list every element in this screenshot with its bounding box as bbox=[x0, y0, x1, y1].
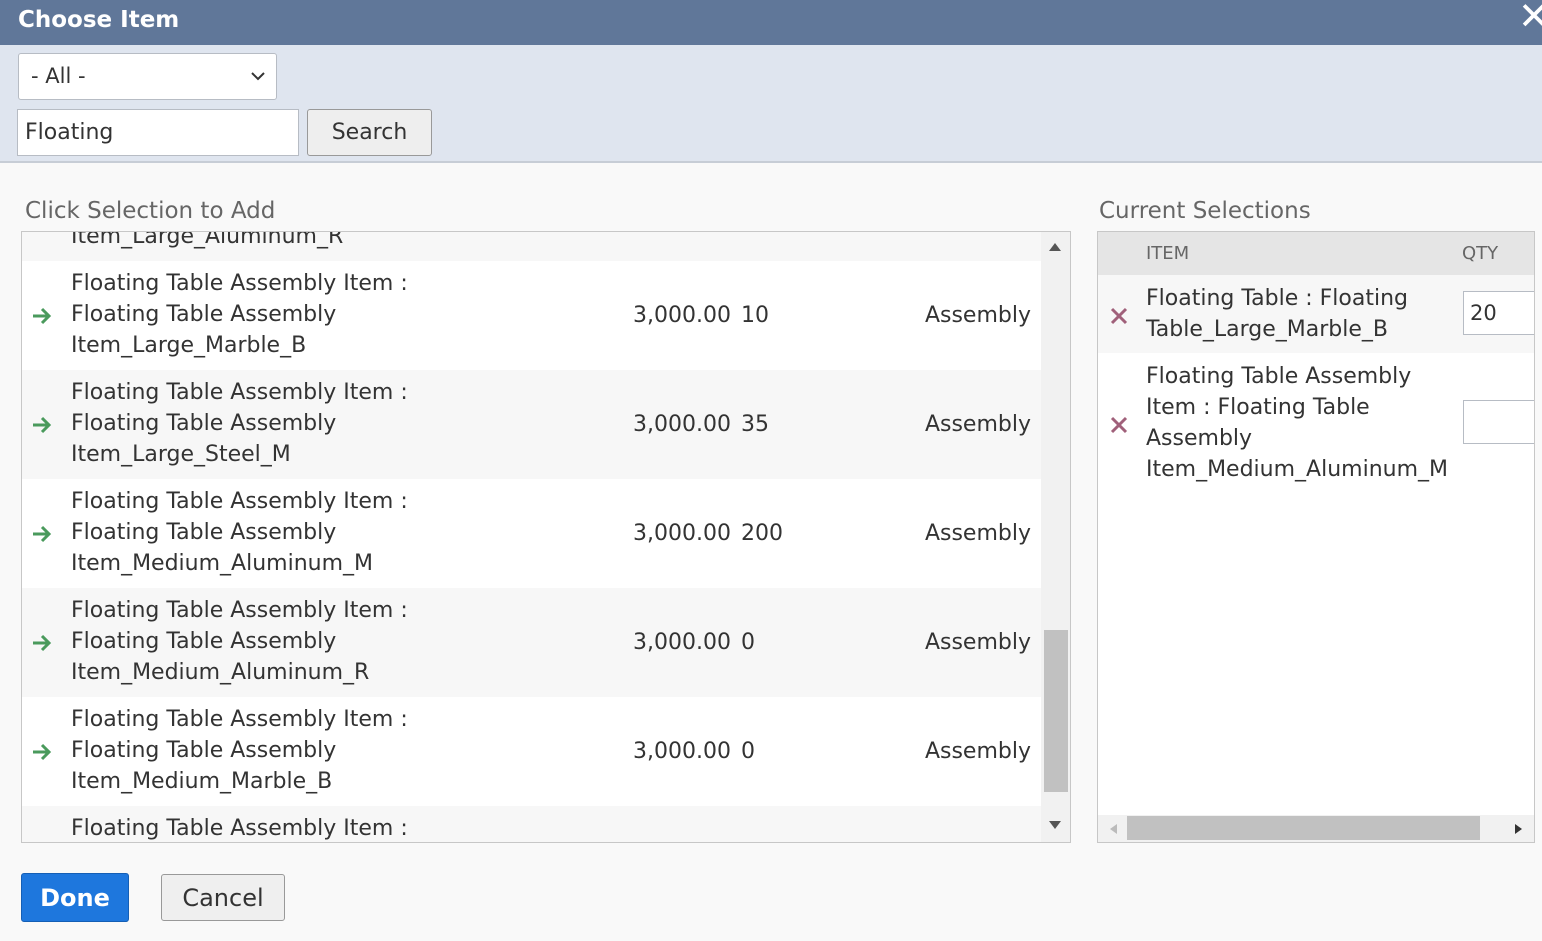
dialog-titlebar: Choose Item ✕ bbox=[0, 0, 1542, 45]
add-arrow-icon[interactable] bbox=[31, 524, 53, 544]
item-name: Floating Table Assembly Item : bbox=[71, 816, 408, 841]
item-type: Assembly bbox=[924, 521, 1031, 546]
search-button[interactable]: Search bbox=[307, 109, 432, 156]
scroll-up-icon[interactable] bbox=[1048, 242, 1062, 252]
item-name: Floating Table Assembly Item : Floating … bbox=[71, 707, 408, 794]
column-header-qty: QTY bbox=[1462, 243, 1499, 264]
item-price: 3,000.00 bbox=[633, 521, 731, 546]
item-type: Assembly bbox=[924, 412, 1031, 437]
item-available-qty: 0 bbox=[741, 739, 755, 764]
add-section-title: Click Selection to Add bbox=[25, 198, 276, 224]
add-arrow-icon[interactable] bbox=[31, 633, 53, 653]
item-type: Assembly bbox=[924, 630, 1031, 655]
selections-section-title: Current Selections bbox=[1099, 198, 1311, 224]
scroll-right-icon[interactable] bbox=[1514, 823, 1523, 835]
done-button[interactable]: Done bbox=[21, 873, 129, 922]
selection-row: Floating Table Assembly Item : Floating … bbox=[1098, 353, 1534, 493]
column-header-item: ITEM bbox=[1146, 243, 1190, 264]
quantity-input[interactable] bbox=[1463, 400, 1534, 444]
item-name: Floating Table Assembly Item : Floating … bbox=[71, 489, 408, 576]
selection-item-name: Floating Table : Floating Table_Large_Ma… bbox=[1146, 286, 1408, 342]
item-name: Floating Table Assembly Item : Floating … bbox=[71, 271, 408, 358]
add-arrow-icon[interactable] bbox=[31, 415, 53, 435]
cancel-button[interactable]: Cancel bbox=[161, 874, 285, 921]
search-input[interactable] bbox=[17, 109, 299, 156]
list-item[interactable]: Floating Table Assembly Item : Floating … bbox=[22, 479, 1041, 588]
list-item[interactable]: Floating Table Assembly Item : Floating … bbox=[22, 261, 1041, 370]
remove-icon[interactable] bbox=[1108, 414, 1130, 436]
item-available-qty: 200 bbox=[741, 521, 783, 546]
available-items-rows: Item_Large_Aluminum_R Floating Table Ass… bbox=[22, 231, 1041, 842]
type-filter-value: - All - bbox=[31, 64, 86, 88]
list-item[interactable]: Floating Table Assembly Item : Floating … bbox=[22, 588, 1041, 697]
item-type: Assembly bbox=[924, 739, 1031, 764]
selection-item-name: Floating Table Assembly Item : Floating … bbox=[1146, 364, 1448, 482]
selections-header: ITEM QTY bbox=[1098, 232, 1534, 275]
list-item[interactable]: Floating Table Assembly Item : Floating … bbox=[22, 697, 1041, 806]
list-item[interactable]: Floating Table Assembly Item : Floating … bbox=[22, 370, 1041, 479]
item-price: 3,000.00 bbox=[633, 739, 731, 764]
current-selections-table: ITEM QTY Floating Table : Floating Table… bbox=[1097, 231, 1535, 843]
item-available-qty: 35 bbox=[741, 412, 769, 437]
remove-icon[interactable] bbox=[1108, 305, 1130, 327]
item-available-qty: 10 bbox=[741, 303, 769, 328]
quantity-input[interactable] bbox=[1463, 291, 1534, 335]
add-arrow-icon[interactable] bbox=[31, 306, 53, 326]
type-filter-select[interactable]: - All - bbox=[18, 53, 277, 100]
available-items-list[interactable]: Item_Large_Aluminum_R Floating Table Ass… bbox=[21, 231, 1071, 843]
scrollbar-thumb[interactable] bbox=[1044, 630, 1068, 792]
scrollbar-thumb[interactable] bbox=[1127, 816, 1480, 840]
close-icon[interactable]: ✕ bbox=[1518, 0, 1542, 35]
item-type: Assembly bbox=[924, 303, 1031, 328]
item-price: 3,000.00 bbox=[633, 630, 731, 655]
add-arrow-icon[interactable] bbox=[31, 742, 53, 762]
chevron-down-icon bbox=[251, 72, 265, 81]
list-vertical-scrollbar[interactable] bbox=[1041, 232, 1070, 842]
selections-horizontal-scrollbar[interactable] bbox=[1098, 815, 1534, 842]
filter-bar: - All - Search bbox=[0, 45, 1542, 163]
item-price: 3,000.00 bbox=[633, 303, 731, 328]
item-name: Item_Large_Aluminum_R bbox=[71, 231, 344, 249]
item-name: Floating Table Assembly Item : Floating … bbox=[71, 598, 408, 685]
item-available-qty: 0 bbox=[741, 630, 755, 655]
selection-row: Floating Table : Floating Table_Large_Ma… bbox=[1098, 275, 1534, 353]
dialog-title: Choose Item bbox=[18, 7, 180, 33]
item-price: 3,000.00 bbox=[633, 412, 731, 437]
list-item[interactable]: Floating Table Assembly Item : bbox=[22, 806, 1041, 842]
scroll-down-icon[interactable] bbox=[1048, 820, 1062, 830]
item-name: Floating Table Assembly Item : Floating … bbox=[71, 380, 408, 467]
scroll-left-icon[interactable] bbox=[1109, 823, 1118, 835]
list-item[interactable]: Item_Large_Aluminum_R bbox=[22, 231, 1041, 261]
